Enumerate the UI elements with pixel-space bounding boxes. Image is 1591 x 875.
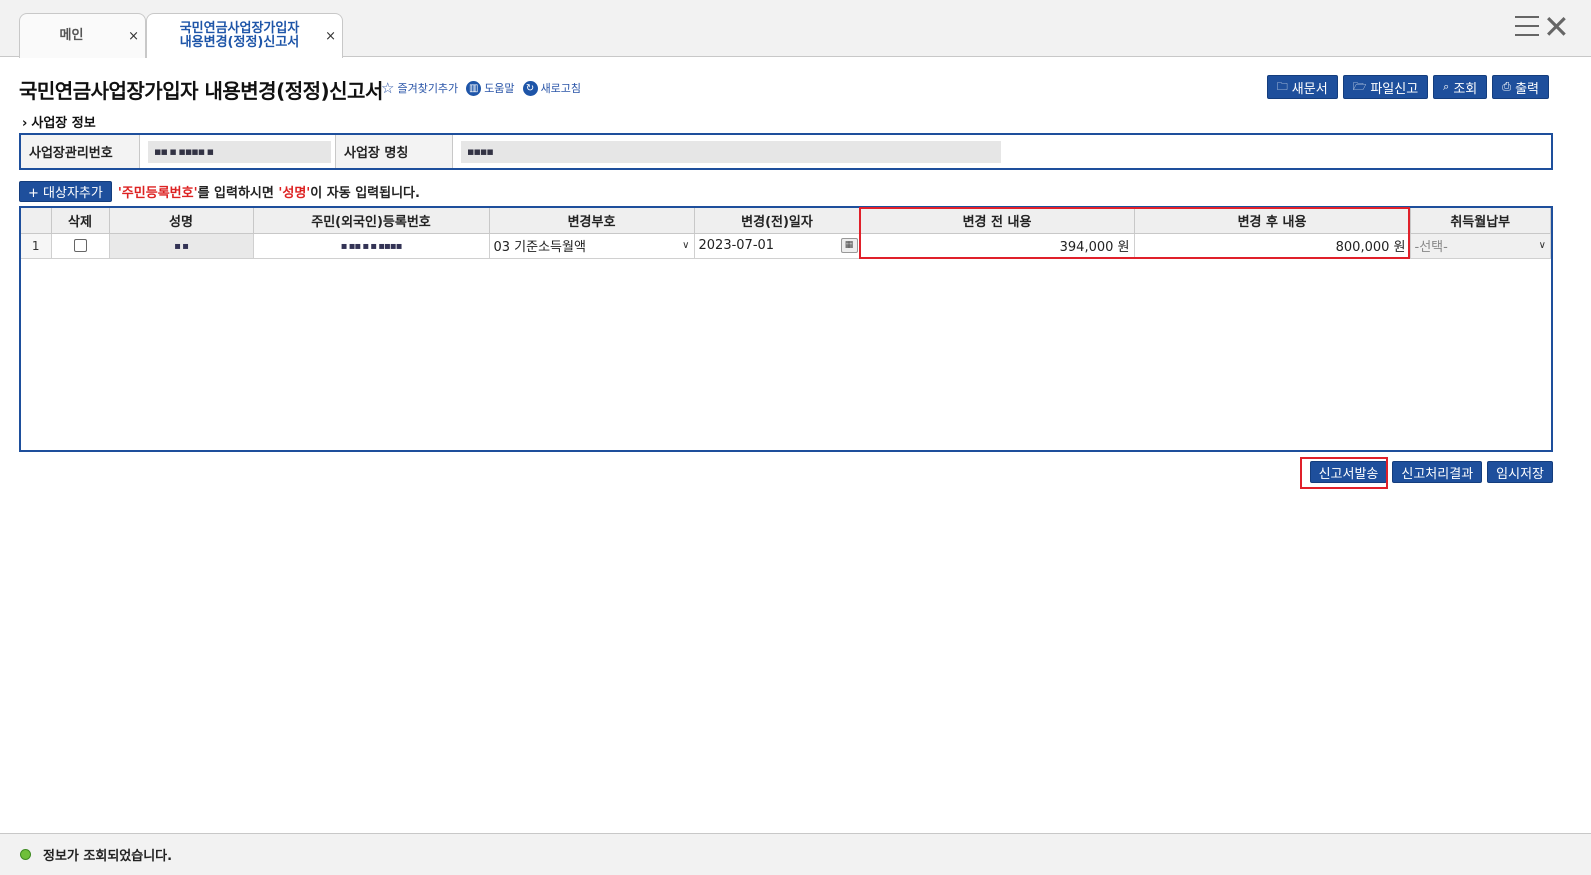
- col-header-acq-month: 취득월납부: [1410, 208, 1551, 234]
- business-section-label: 사업장 정보: [31, 116, 96, 131]
- delete-checkbox[interactable]: [73, 239, 87, 252]
- report-result-button[interactable]: 신고처리결과: [1392, 461, 1483, 483]
- acq-month-value: -선택-: [1414, 240, 1448, 255]
- subscriber-grid: 삭제 성명 주민(외국인)등록번호 변경부호 변경(전)일자 변경 전 내용 변…: [19, 206, 1553, 452]
- status-bar: 정보가 조회되었습니다.: [0, 833, 1591, 875]
- col-header-change-code: 변경부호: [489, 208, 695, 234]
- top-toolbar: 🗀 새문서 🗁 파일신고 ⌕ 조회 ⎙ 출력: [1266, 75, 1549, 99]
- business-section-title: › 사업장 정보: [22, 112, 96, 131]
- add-favorite-label: 즐겨찾기추가: [397, 82, 459, 95]
- print-button[interactable]: ⎙ 출력: [1492, 75, 1549, 99]
- status-ok-icon: [20, 849, 31, 860]
- change-code-cell: 03 기준소득월액 ∨: [489, 233, 695, 259]
- new-document-button[interactable]: 🗀 새문서: [1266, 75, 1338, 99]
- printer-icon: ⎙: [1502, 80, 1512, 93]
- page-title: 국민연금사업장가입자 내용변경(정정)신고서: [19, 79, 383, 103]
- title-links: ☆ 즐겨찾기추가 ▥ 도움말 ↻ 새로고침: [381, 79, 581, 97]
- mgmt-no-field: ▪▪ ▪ ▪▪▪▪ ▪: [148, 140, 331, 163]
- business-info-table: 사업장관리번호 ▪▪ ▪ ▪▪▪▪ ▪ 사업장 명칭 ▪▪▪▪: [19, 133, 1553, 170]
- file-report-button[interactable]: 🗁 파일신고: [1342, 75, 1429, 99]
- menu-close-all-icon[interactable]: ✕: [1515, 9, 1571, 45]
- change-code-select[interactable]: 03 기준소득월액 ∨: [490, 234, 694, 258]
- before-value-cell[interactable]: 394,000 원: [860, 233, 1135, 259]
- help-link[interactable]: ▥ 도움말: [466, 80, 515, 96]
- star-icon: ☆: [381, 79, 395, 97]
- print-label: 출력: [1515, 81, 1539, 97]
- tab-main-close-icon[interactable]: ×: [128, 29, 139, 44]
- action-buttons: 신고서발송 신고처리결과 임시저장: [1309, 461, 1553, 483]
- chevron-right-icon: ›: [22, 116, 28, 131]
- status-message: 정보가 조회되었습니다.: [43, 849, 173, 864]
- col-header-after: 변경 후 내용: [1134, 208, 1411, 234]
- search-icon: ⌕: [1443, 80, 1450, 93]
- after-value-cell[interactable]: 800,000 원: [1134, 233, 1411, 259]
- tab-label-line2: 내용변경(정정)신고서: [179, 35, 300, 50]
- refresh-label: 새로고침: [540, 82, 582, 95]
- temp-save-button[interactable]: 임시저장: [1487, 461, 1553, 483]
- col-header-name: 성명: [109, 208, 254, 234]
- notice-end: 이 자동 입력됩니다.: [310, 186, 420, 201]
- submit-report-button[interactable]: 신고서발송: [1309, 461, 1388, 483]
- search-label: 조회: [1453, 81, 1478, 97]
- acq-month-select[interactable]: -선택- ∨: [1410, 233, 1550, 258]
- calendar-icon[interactable]: ▦: [840, 238, 858, 253]
- refresh-icon: ↻: [522, 80, 538, 96]
- name-cell: ▪ ▪: [109, 233, 254, 259]
- file-report-label: 파일신고: [1370, 81, 1419, 97]
- row-number: 1: [21, 233, 52, 259]
- change-date-value: 2023-07-01: [698, 238, 775, 253]
- add-target-button[interactable]: + 대상자추가: [19, 181, 112, 202]
- tab-main-label: 메인: [59, 28, 84, 43]
- business-name-label: 사업장 명칭: [336, 135, 453, 168]
- chevron-down-icon: ∨: [1538, 240, 1546, 251]
- tab-pension-close-icon[interactable]: ×: [325, 29, 336, 44]
- col-header-rrn: 주민(외국인)등록번호: [253, 208, 490, 234]
- tab-bar: 메인 × 국민연금사업장가입자 내용변경(정정)신고서 × ✕: [0, 0, 1591, 58]
- add-favorite-link[interactable]: ☆ 즐겨찾기추가: [381, 79, 458, 97]
- rrn-cell[interactable]: ▪ ▪▪ ▪ ▪ ▪▪▪▪: [253, 233, 490, 259]
- change-date-cell: 2023-07-01 ▦: [694, 233, 861, 259]
- auto-fill-notice: '주민등록번호'를 입력하시면 '성명'이 자동 입력됩니다.: [118, 182, 420, 201]
- rrn-value: ▪ ▪▪ ▪ ▪ ▪▪▪▪: [340, 241, 403, 252]
- folder-open-icon: 🗁: [1352, 79, 1367, 93]
- mgmt-no-label: 사업장관리번호: [21, 135, 140, 168]
- add-target-row: + 대상자추가 '주민등록번호'를 입력하시면 '성명'이 자동 입력됩니다.: [19, 181, 420, 202]
- col-header-delete: 삭제: [51, 208, 110, 234]
- notice-mid: 를 입력하시면: [197, 186, 279, 201]
- notice-name: '성명': [278, 186, 311, 201]
- tab-pension-change-label: 국민연금사업장가입자 내용변경(정정)신고서: [161, 14, 318, 58]
- new-document-label: 새문서: [1291, 81, 1328, 97]
- chevron-down-icon: ∨: [682, 240, 690, 251]
- search-button[interactable]: ⌕ 조회: [1433, 75, 1488, 99]
- change-code-value: 03 기준소득월액: [493, 240, 586, 255]
- acq-month-cell: -선택- ∨: [1410, 233, 1551, 259]
- business-name-cell: ▪▪▪▪: [453, 135, 1551, 168]
- col-header-rownum: [21, 208, 52, 234]
- tab-main[interactable]: 메인 ×: [19, 13, 146, 58]
- business-name-field: ▪▪▪▪: [461, 140, 1001, 163]
- mgmt-no-cell: ▪▪ ▪ ▪▪▪▪ ▪: [140, 135, 336, 168]
- notice-rrn: '주민등록번호': [117, 186, 198, 201]
- table-row: 1 ▪ ▪ ▪ ▪▪ ▪ ▪ ▪▪▪▪ 03 기준소득월액 ∨ 2023-07-…: [21, 233, 1551, 259]
- tab-pension-change-report[interactable]: 국민연금사업장가입자 내용변경(정정)신고서 ×: [146, 13, 343, 58]
- grid-header-row: 삭제 성명 주민(외국인)등록번호 변경부호 변경(전)일자 변경 전 내용 변…: [21, 208, 1551, 234]
- change-date-input[interactable]: 2023-07-01 ▦: [695, 234, 860, 258]
- col-header-change-date: 변경(전)일자: [694, 208, 861, 234]
- folder-icon: 🗀: [1276, 79, 1288, 93]
- menu-icon: [1515, 16, 1539, 43]
- col-header-before: 변경 전 내용: [860, 208, 1135, 234]
- help-label: 도움말: [484, 82, 515, 95]
- refresh-link[interactable]: ↻ 새로고침: [522, 80, 582, 96]
- tab-label-line1: 국민연금사업장가입자: [179, 21, 300, 36]
- name-value: ▪ ▪: [174, 241, 189, 252]
- delete-cell: [51, 233, 110, 259]
- close-all-icon: ✕: [1543, 8, 1570, 46]
- book-icon: ▥: [466, 80, 482, 96]
